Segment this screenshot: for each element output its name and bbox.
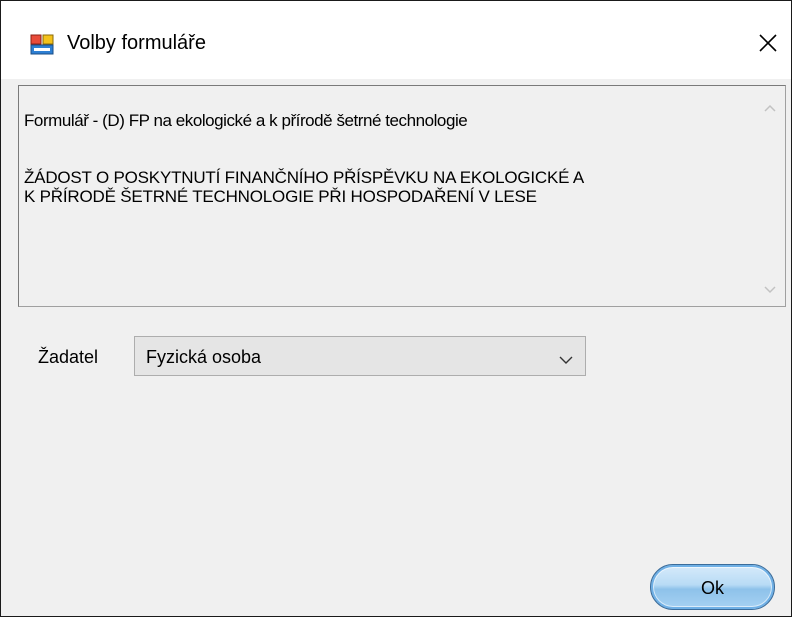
title-bar[interactable]: Volby formuláře (1, 1, 791, 79)
form-description-text: Formulář - (D) FP na ekologické a k přír… (24, 92, 754, 225)
applicant-label: Žadatel (38, 347, 99, 367)
applicant-select[interactable]: Fyzická osoba (134, 336, 586, 376)
ok-button-label: Ok (700, 577, 724, 598)
window-title: Volby formuláře (67, 32, 206, 54)
form-name-line: Formulář - (D) FP na ekologické a k přír… (24, 111, 468, 130)
form-full-title: ŽÁDOST O POSKYTNUTÍ FINANČNÍHO PŘÍSPĚVKU… (24, 168, 584, 206)
chevron-down-icon[interactable] (558, 352, 574, 364)
form-app-icon (30, 34, 54, 55)
scroll-down-icon[interactable] (763, 282, 777, 294)
applicant-selected-value: Fyzická osoba (146, 347, 262, 367)
close-button[interactable] (745, 23, 791, 67)
vertical-scrollbar[interactable] (755, 86, 785, 306)
dialog-window: Volby formuláře Formulář - (D) FP na eko… (0, 0, 792, 617)
close-icon[interactable] (758, 33, 778, 58)
form-description-textbox[interactable]: Formulář - (D) FP na ekologické a k přír… (18, 85, 786, 307)
ok-button[interactable]: Ok (650, 564, 775, 610)
scroll-up-icon[interactable] (763, 100, 777, 112)
